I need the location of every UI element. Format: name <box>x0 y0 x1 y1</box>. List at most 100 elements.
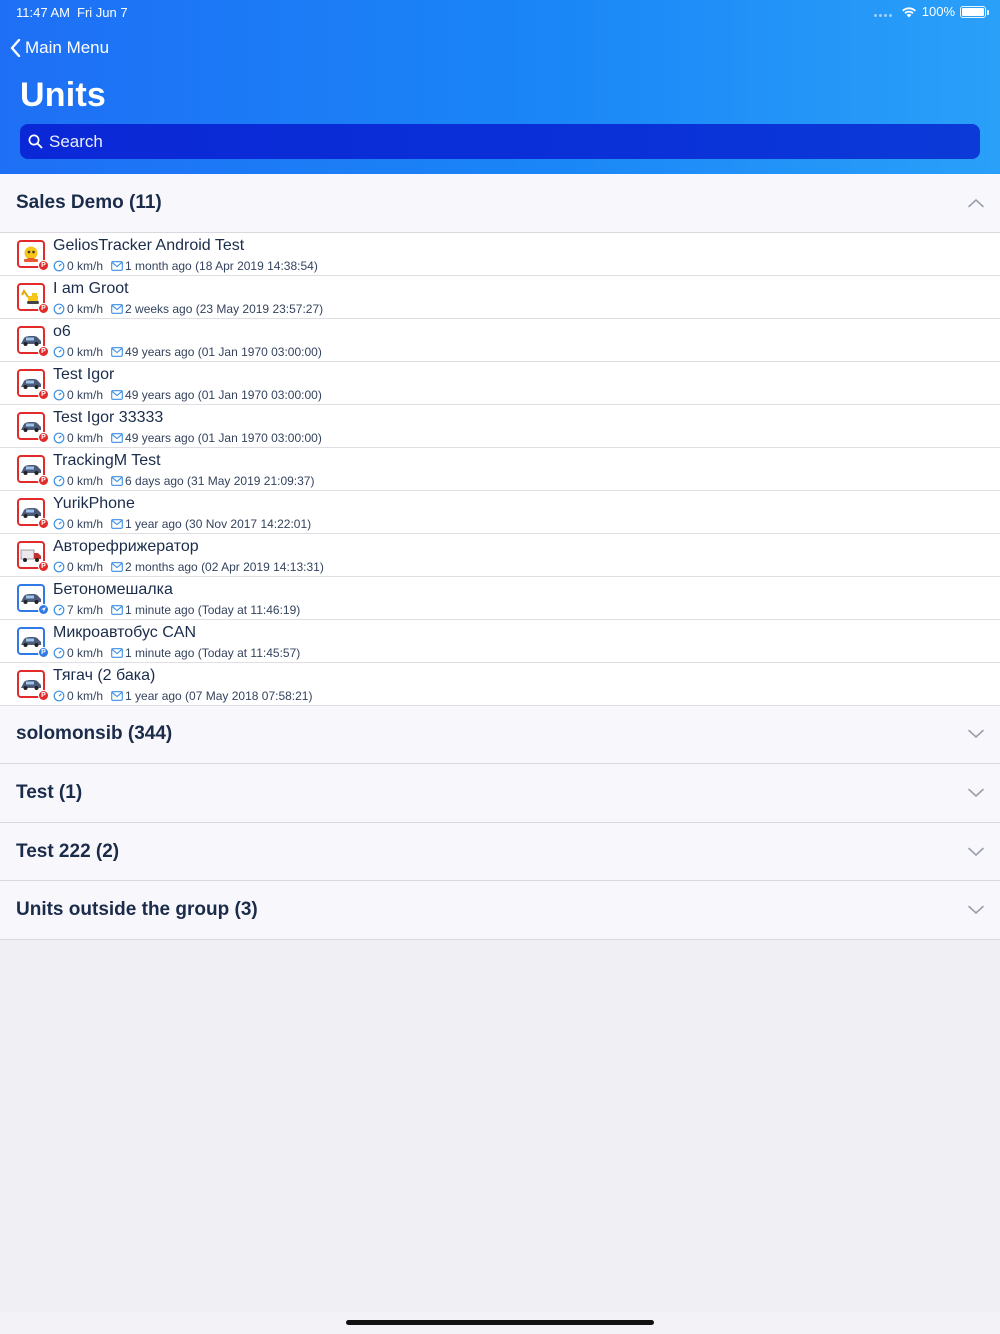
car-icon <box>21 507 41 518</box>
unit-speed: 0 km/h <box>67 516 104 531</box>
unit-row[interactable]: P Test Igor 33333 0 km/h 49 years ago (0… <box>0 404 1000 448</box>
unit-name: TrackingM Test <box>53 451 161 469</box>
unit-icon: P <box>17 669 49 701</box>
unit-speed: 0 km/h <box>67 258 104 273</box>
chevron-down-icon <box>968 905 984 914</box>
parked-status-icon: P <box>38 646 49 658</box>
unit-meta: 0 km/h 1 minute ago (Today at 11:45:57) <box>53 646 300 660</box>
unit-name: Авторефрижератор <box>53 537 199 555</box>
unit-row[interactable]: P Тягач (2 бака) 0 km/h 1 year ago (07 M… <box>0 662 1000 706</box>
search-input[interactable] <box>49 124 980 159</box>
battery-percentage: 100% <box>921 4 955 19</box>
group-title: Test (1) <box>16 781 83 803</box>
parked-status-icon: P <box>38 345 49 357</box>
envelope-icon <box>111 561 123 572</box>
speedometer-icon <box>53 346 65 357</box>
unit-speed: 0 km/h <box>67 430 104 445</box>
group-header-solomonsib[interactable]: solomonsib (344) <box>0 705 1000 765</box>
chevron-down-icon <box>968 847 984 856</box>
unit-last-message: 49 years ago (01 Jan 1970 03:00:00) <box>125 344 322 359</box>
car-icon <box>21 464 41 475</box>
car-icon <box>21 593 41 604</box>
unit-row[interactable]: P Микроавтобус CAN 0 km/h 1 minute ago (… <box>0 619 1000 663</box>
status-time: 11:47 AM <box>16 5 70 20</box>
unit-last-message: 49 years ago (01 Jan 1970 03:00:00) <box>125 387 322 402</box>
parked-status-icon: P <box>38 474 49 486</box>
wifi-icon <box>901 6 916 17</box>
unit-speed: 0 km/h <box>67 473 104 488</box>
home-indicator[interactable] <box>346 1320 654 1325</box>
unit-last-message: 2 weeks ago (23 May 2019 23:57:27) <box>125 301 324 316</box>
unit-last-message: 6 days ago (31 May 2019 21:09:37) <box>125 473 315 488</box>
unit-list: P GeliosTracker Android Test 0 km/h 1 mo… <box>0 232 1000 706</box>
search-bar[interactable] <box>20 124 980 159</box>
truck-icon <box>20 549 41 562</box>
group-header-test[interactable]: Test (1) <box>0 764 1000 823</box>
unit-speed: 0 km/h <box>67 645 104 660</box>
unit-row[interactable]: P o6 0 km/h 49 years ago (01 Jan 1970 03… <box>0 318 1000 362</box>
group-title: Units outside the group (3) <box>16 899 258 921</box>
car-icon <box>21 335 41 346</box>
parked-status-icon: P <box>38 517 49 529</box>
unit-meta: 0 km/h 49 years ago (01 Jan 1970 03:00:0… <box>53 431 322 445</box>
speedometer-icon <box>53 475 65 486</box>
back-button[interactable]: Main Menu <box>10 36 109 60</box>
speedometer-icon <box>53 303 65 314</box>
status-date: Fri Jun 7 <box>77 5 128 20</box>
envelope-icon <box>111 432 123 443</box>
group-header-units-outside-group[interactable]: Units outside the group (3) <box>0 881 1000 940</box>
unit-row[interactable]: Бетономешалка 7 km/h 1 minute ago (Today… <box>0 576 1000 620</box>
chevron-down-icon <box>968 788 984 797</box>
unit-last-message: 49 years ago (01 Jan 1970 03:00:00) <box>125 430 322 445</box>
page-title: Units <box>20 76 106 114</box>
group-title: Test 222 (2) <box>16 840 120 862</box>
unit-meta: 0 km/h 2 months ago (02 Apr 2019 14:13:3… <box>53 560 324 574</box>
unit-meta: 0 km/h 1 year ago (30 Nov 2017 14:22:01) <box>53 517 311 531</box>
group-header-sales-demo[interactable]: Sales Demo (11) <box>0 174 1000 233</box>
unit-groups-list: Sales Demo (11) P GeliosTracker Android … <box>0 174 1000 940</box>
unit-name: YurikPhone <box>53 494 135 512</box>
speedometer-icon <box>53 432 65 443</box>
battery-icon <box>960 5 989 18</box>
unit-speed: 0 km/h <box>67 688 104 703</box>
unit-last-message: 1 minute ago (Today at 11:46:19) <box>125 602 301 617</box>
unit-speed: 0 km/h <box>67 559 104 574</box>
unit-row[interactable]: P TrackingM Test 0 km/h 6 days ago (31 M… <box>0 447 1000 491</box>
unit-row[interactable]: P GeliosTracker Android Test 0 km/h 1 mo… <box>0 232 1000 276</box>
unit-speed: 7 km/h <box>67 602 104 617</box>
unit-icon: P <box>17 325 49 357</box>
unit-meta: 0 km/h 49 years ago (01 Jan 1970 03:00:0… <box>53 388 322 402</box>
excavator-icon <box>21 288 39 304</box>
group-header-test-222[interactable]: Test 222 (2) <box>0 822 1000 882</box>
unit-last-message: 1 minute ago (Today at 11:45:57) <box>125 645 301 660</box>
envelope-icon <box>111 475 123 486</box>
chevron-up-icon <box>968 198 984 208</box>
speedometer-icon <box>53 389 65 400</box>
unit-row[interactable]: P YurikPhone 0 km/h 1 year ago (30 Nov 2… <box>0 490 1000 534</box>
unit-icon: P <box>17 282 49 314</box>
unit-name: Бетономешалка <box>53 580 173 598</box>
unit-last-message: 2 months ago (02 Apr 2019 14:13:31) <box>125 559 324 574</box>
unit-meta: 0 km/h 1 year ago (07 May 2018 07:58:21) <box>53 689 312 703</box>
unit-name: Test Igor 33333 <box>53 408 164 426</box>
unit-icon: P <box>17 454 49 486</box>
parked-status-icon: P <box>38 388 49 400</box>
speedometer-icon <box>53 604 65 615</box>
unit-icon: P <box>17 626 49 658</box>
unit-name: I am Groot <box>53 279 129 297</box>
signal-icon <box>873 7 892 17</box>
unit-icon: P <box>17 411 49 443</box>
unit-name: Test Igor <box>53 365 115 383</box>
unit-row[interactable]: P I am Groot 0 km/h 2 weeks ago (23 May … <box>0 275 1000 319</box>
unit-meta: 0 km/h 2 weeks ago (23 May 2019 23:57:27… <box>53 302 323 316</box>
status-indicators: 100% <box>873 4 989 19</box>
unit-icon: P <box>17 540 49 572</box>
speedometer-icon <box>53 647 65 658</box>
unit-speed: 0 km/h <box>67 387 104 402</box>
unit-speed: 0 km/h <box>67 344 104 359</box>
unit-row[interactable]: P Test Igor 0 km/h 49 years ago (01 Jan … <box>0 361 1000 405</box>
envelope-icon <box>111 518 123 529</box>
moving-direction-icon <box>38 603 49 615</box>
unit-row[interactable]: P Авторефрижератор 0 km/h 2 months ago (… <box>0 533 1000 577</box>
unit-icon <box>17 583 49 615</box>
